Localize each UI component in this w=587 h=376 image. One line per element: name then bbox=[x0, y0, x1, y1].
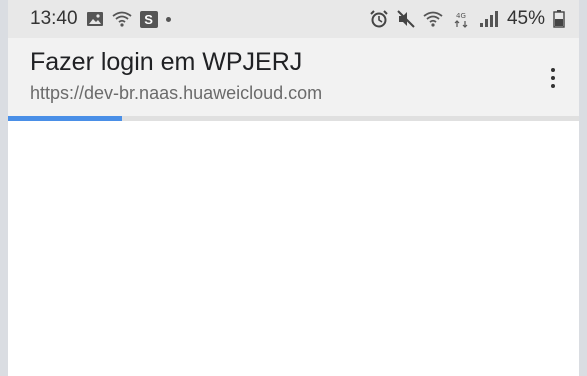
signal-icon bbox=[479, 10, 499, 28]
image-icon bbox=[86, 11, 104, 27]
battery-icon bbox=[553, 10, 565, 28]
page-url[interactable]: https://dev-br.naas.huaweicloud.com bbox=[30, 80, 557, 106]
phone-frame: 13:40 S 4G 45% Fazer login em WPJERJ htt… bbox=[0, 0, 587, 376]
page-title: Fazer login em WPJERJ bbox=[30, 48, 303, 76]
dot-icon bbox=[165, 16, 171, 22]
battery-percent: 45% bbox=[506, 8, 545, 29]
menu-dot-icon bbox=[551, 84, 555, 88]
status-time: 13:40 bbox=[30, 8, 78, 29]
web-content[interactable] bbox=[8, 121, 579, 376]
wifi-icon bbox=[111, 11, 132, 27]
menu-dot-icon bbox=[551, 68, 555, 72]
alarm-icon bbox=[369, 10, 389, 28]
status-left: 13:40 S bbox=[30, 8, 171, 30]
status-bar: 13:40 S 4G 45% bbox=[8, 0, 579, 38]
wifi-icon bbox=[423, 11, 443, 27]
custom-tab-toolbar: Fazer login em WPJERJ https://dev-br.naa… bbox=[8, 38, 579, 116]
mute-icon bbox=[397, 10, 415, 28]
4g-icon: 4G bbox=[451, 10, 471, 28]
overflow-menu-button[interactable] bbox=[539, 60, 567, 96]
status-right: 4G 45% bbox=[369, 8, 565, 30]
menu-dot-icon bbox=[551, 76, 555, 80]
4g-label: 4G bbox=[456, 12, 466, 20]
s-app-icon: S bbox=[139, 10, 158, 28]
